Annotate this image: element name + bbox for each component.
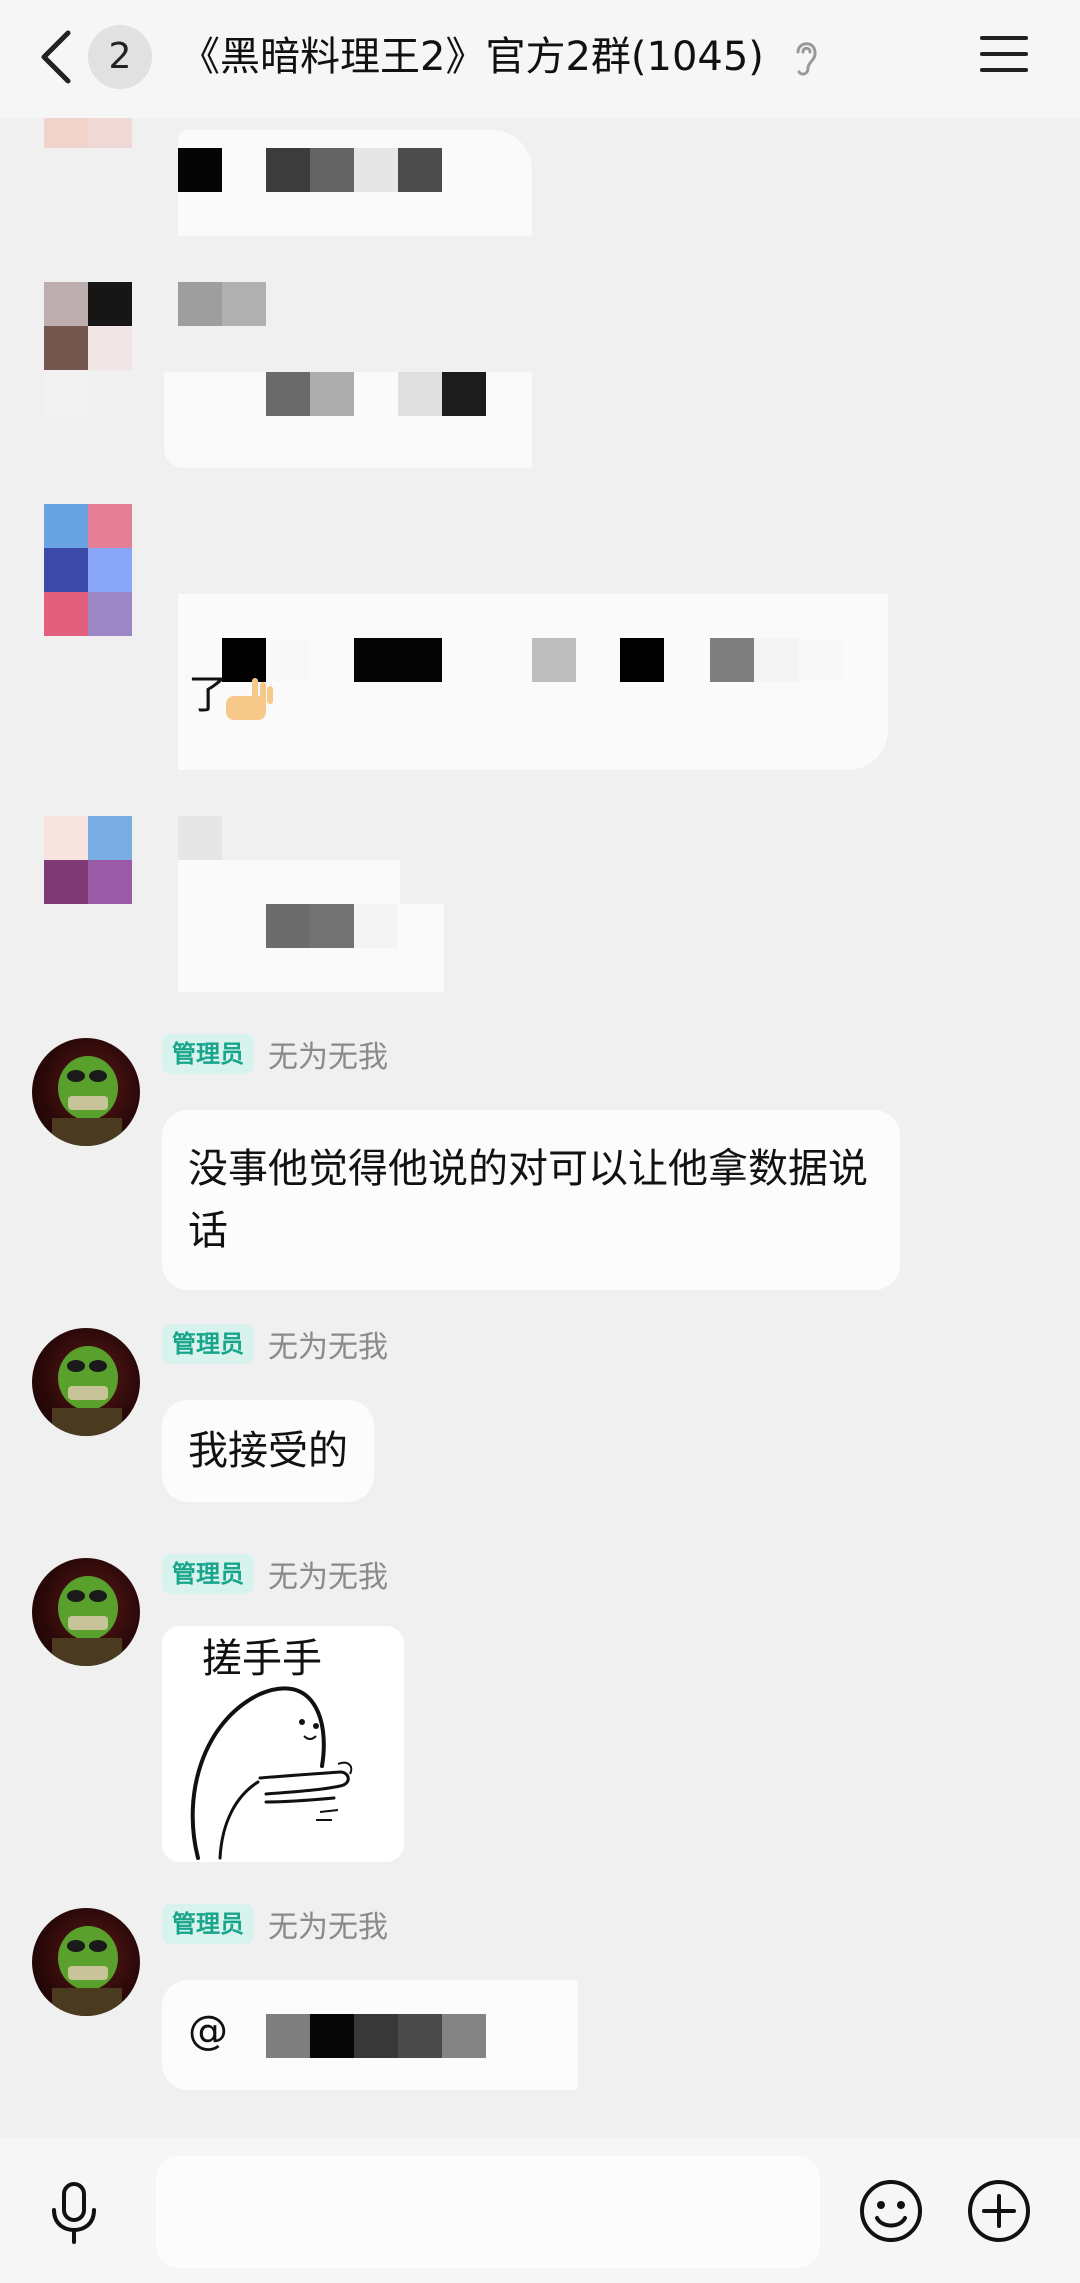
rubbing-hands-cat-icon xyxy=(190,1686,353,1860)
menu-icon[interactable] xyxy=(978,32,1030,76)
pixelated-message-bubble xyxy=(178,860,400,992)
orc-avatar-icon xyxy=(52,1926,122,2016)
ok-hand-emoji-icon xyxy=(226,678,273,720)
pixelated-avatar xyxy=(44,504,132,636)
avatar[interactable] xyxy=(32,1328,140,1436)
admin-badge: 管理员 xyxy=(162,1324,254,1364)
chat-header: 2 《黑暗料理王2》官方2群(1045) xyxy=(0,0,1080,118)
pixelated-sender-name xyxy=(178,282,266,326)
mention-prefix: @ xyxy=(188,2008,228,2054)
pixelated-avatar xyxy=(44,816,132,904)
microphone-icon[interactable] xyxy=(44,2180,104,2244)
sender-name[interactable]: 无为无我 xyxy=(268,1552,388,1596)
sender-name[interactable]: 无为无我 xyxy=(268,1902,388,1946)
pixelated-sender-name xyxy=(178,816,222,860)
sticker-image[interactable]: 搓手手 xyxy=(162,1626,404,1862)
pixelated-message-bubble xyxy=(178,130,532,236)
avatar[interactable] xyxy=(32,1558,140,1666)
message-meta: 管理员 无为无我 xyxy=(162,1322,388,1366)
message-meta: 管理员 无为无我 xyxy=(162,1902,388,1946)
avatar[interactable] xyxy=(32,1038,140,1146)
pixelated-avatar xyxy=(44,282,132,414)
message-meta: 管理员 无为无我 xyxy=(162,1552,388,1596)
orc-avatar-icon xyxy=(52,1056,122,1146)
pixelated-avatar xyxy=(44,118,132,148)
input-bar xyxy=(0,2138,1080,2283)
pixelated-message-bubble xyxy=(164,372,532,468)
message-list[interactable]: 了 管理员 无为无我 没事他觉得他说的对可以让他拿数据说话 管理员 无为无我 我… xyxy=(0,118,1080,2138)
avatar[interactable] xyxy=(32,1908,140,2016)
smiley-icon[interactable] xyxy=(858,2178,924,2244)
orc-avatar-icon xyxy=(52,1576,122,1666)
admin-badge: 管理员 xyxy=(162,1904,254,1944)
message-input[interactable] xyxy=(156,2156,820,2268)
chevron-left-icon[interactable] xyxy=(36,27,76,87)
group-title[interactable]: 《黑暗料理王2》官方2群(1045) xyxy=(180,28,764,86)
plus-circle-icon[interactable] xyxy=(966,2178,1032,2244)
message-meta: 管理员 无为无我 xyxy=(162,1032,388,1076)
ear-icon xyxy=(796,42,817,76)
message-bubble[interactable]: @ xyxy=(162,1980,578,2090)
orc-avatar-icon xyxy=(52,1346,122,1436)
unread-count-badge[interactable]: 2 xyxy=(88,25,152,89)
pixelated-message-bubble: 了 xyxy=(178,594,888,770)
admin-badge: 管理员 xyxy=(162,1034,254,1074)
sender-name[interactable]: 无为无我 xyxy=(268,1032,388,1076)
message-bubble[interactable]: 我接受的 xyxy=(162,1400,374,1502)
message-bubble[interactable]: 没事他觉得他说的对可以让他拿数据说话 xyxy=(162,1110,900,1290)
sender-name[interactable]: 无为无我 xyxy=(268,1322,388,1366)
admin-badge: 管理员 xyxy=(162,1554,254,1594)
message-text: 我接受的 xyxy=(188,1428,348,1474)
message-text: 没事他觉得他说的对可以让他拿数据说话 xyxy=(188,1146,868,1254)
pixelated-mention xyxy=(266,2014,488,2058)
